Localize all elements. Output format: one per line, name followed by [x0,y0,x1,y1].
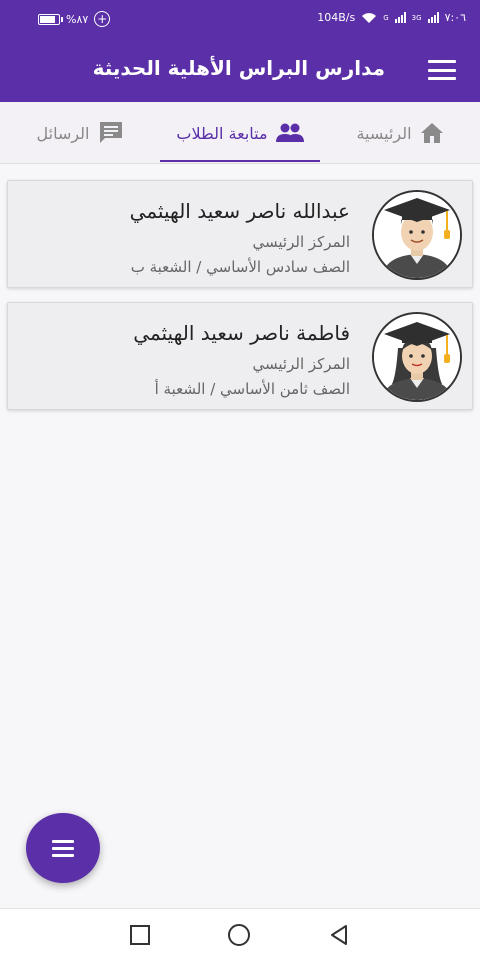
battery-percent: %٨٧ [66,12,89,26]
student-card[interactable]: فاطمة ناصر سعيد الهيثمي المركز الرئيسي ا… [7,302,473,410]
student-grade: الصف سادس الأساسي / الشعبة ب [130,258,350,276]
wifi-icon [362,12,377,23]
signal-icon-2 [427,12,439,23]
tab-label-messages: الرسائل [36,123,90,143]
recents-button[interactable] [128,923,152,947]
back-button[interactable] [327,923,351,947]
tab-students[interactable]: متابعة الطلاب [160,102,320,164]
message-icon [99,122,122,143]
clock: ٧:٠٦ [444,11,466,24]
system-nav-bar [0,908,480,960]
hamburger-menu-icon[interactable] [428,58,456,82]
home-icon [420,123,443,143]
student-card[interactable]: عبدالله ناصر سعيد الهيثمي المركز الرئيسي… [7,180,473,288]
tab-label-home: الرئيسية [356,123,412,143]
signal-icon [394,12,406,23]
tab-bar: الرئيسية متابعة الطلاب الرسائل [0,102,480,164]
people-icon [275,123,304,142]
male-graduate-icon [372,190,462,280]
student-name: عبدالله ناصر سعيد الهيثمي [129,199,350,223]
battery-icon [38,13,63,25]
battery-fill [40,15,55,23]
student-grade: الصف ثامن الأساسي / الشعبة أ [154,380,350,398]
tab-home[interactable]: الرئيسية [350,102,450,164]
student-name: فاطمة ناصر سعيد الهيثمي [133,321,350,345]
app-title: مدارس البراس الأهلية الحديثة [92,56,385,80]
status-bar: %٨٧ + 104B/s G 3G ٧:٠٦ [0,0,480,38]
signal-3g-label: 3G [411,13,422,22]
female-graduate-icon [372,312,462,402]
signal-g-label: G [383,13,389,22]
data-saver-icon: + [94,11,111,27]
app-bar: مدارس البراس الأهلية الحديثة [0,38,480,102]
tab-messages[interactable]: الرسائل [30,102,130,164]
tab-label-students: متابعة الطلاب [176,123,268,143]
menu-icon [52,839,74,843]
fab-menu-button[interactable] [26,813,100,883]
status-left: %٨٧ + [38,11,111,27]
student-branch: المركز الرئيسي [252,355,350,373]
status-right: 104B/s G 3G ٧:٠٦ [317,11,466,24]
net-speed: 104B/s [317,11,356,24]
student-branch: المركز الرئيسي [252,233,350,251]
home-button[interactable] [227,923,251,947]
